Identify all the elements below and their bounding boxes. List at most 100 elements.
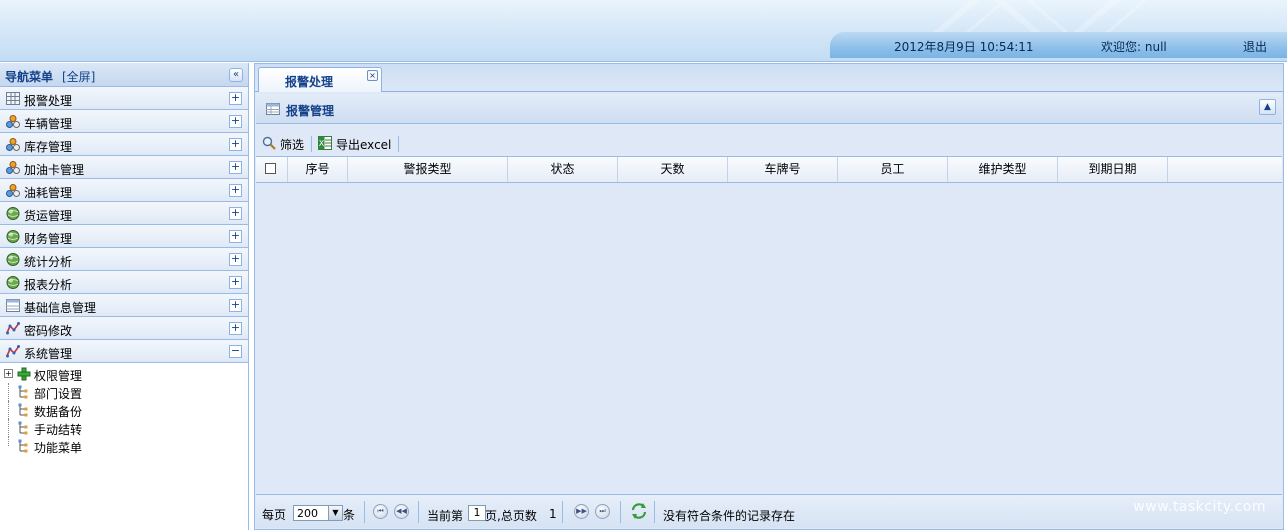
tree-item-backup[interactable]: 数据备份 [0,401,248,419]
grid-body [256,183,1282,493]
sidebar-item-system[interactable]: 系统管理 − [0,340,248,363]
column-header[interactable]: 序号 [288,157,348,182]
pager-separator [620,501,621,523]
prev-page-icon[interactable]: ◀◀ [394,504,409,519]
alarm-management-panel: 报警管理 ▲ 筛选 X 导出excel 序号 警报类型 状态 天数 车牌号 员工… [256,94,1282,528]
fullscreen-link[interactable]: [全屏] [62,68,95,85]
column-header[interactable]: 警报类型 [348,157,508,182]
sidebar-item-label: 库存管理 [24,140,73,154]
header-datetime: 2012年8月9日 10:54:11 [894,40,1034,54]
expand-icon[interactable]: + [229,230,242,243]
tree-item-manual-transfer[interactable]: 手动结转 [0,419,248,437]
per-page-select[interactable]: 200 ▼ [293,505,343,521]
expand-icon[interactable]: + [229,253,242,266]
expand-icon[interactable]: + [229,138,242,151]
excel-icon: X [318,136,332,150]
system-tree: + 权限管理 部门设置 数据备份 手动结转 功能菜单 [0,363,248,455]
column-header[interactable]: 到期日期 [1058,157,1168,182]
nodes-icon [6,138,20,151]
sidebar-item-reports[interactable]: 报表分析 + [0,271,248,294]
panel-title: 报警管理 [286,104,335,118]
per-page-value: 200 [297,507,318,520]
current-page-prefix: 当前第 [427,509,464,523]
last-page-icon[interactable]: ⏭ [595,504,610,519]
column-header[interactable]: 状态 [508,157,618,182]
toolbar-separator [398,136,399,152]
toolbar-separator [311,136,312,152]
grid-header: 序号 警报类型 状态 天数 车牌号 员工 维护类型 到期日期 备注 [256,156,1282,183]
refresh-icon[interactable] [630,502,648,520]
expand-icon[interactable]: + [229,115,242,128]
tab-alarm-handling[interactable]: 报警处理 × [258,67,382,92]
expand-icon[interactable]: + [229,184,242,197]
sidebar-item-finance[interactable]: 财务管理 + [0,225,248,248]
node-leaf-icon [18,385,28,399]
tree-item-function-menu[interactable]: 功能菜单 [0,437,248,455]
chart-icon [6,345,20,358]
globe-icon [6,276,20,289]
tree-item-label: 权限管理 [34,369,83,383]
expand-icon[interactable]: + [229,299,242,312]
empty-records-message: 没有符合条件的记录存在 [663,509,796,523]
per-page-prefix: 每页 [262,508,287,522]
select-all-cell[interactable] [256,157,288,182]
tree-item-permissions[interactable]: + 权限管理 [0,365,248,383]
sidebar-title: 导航菜单 [5,70,54,84]
sidebar-item-basic-info[interactable]: 基础信息管理 + [0,294,248,317]
svg-text:X: X [319,139,325,148]
sidebar-item-label: 加油卡管理 [24,163,85,177]
expand-icon[interactable]: + [229,207,242,220]
filter-button[interactable]: 筛选 [262,134,312,152]
chevron-down-icon: ▼ [328,506,342,520]
first-page-icon[interactable]: ⏮ [373,504,388,519]
sidebar-item-fuel-consumption[interactable]: 油耗管理 + [0,179,248,202]
logout-link[interactable]: 退出 [1243,38,1267,55]
expand-icon[interactable]: + [229,92,242,105]
green-plus-icon [17,367,31,381]
sidebar-item-password[interactable]: 密码修改 + [0,317,248,340]
sidebar-header: 导航菜单 [全屏] « [0,63,248,87]
sidebar-item-freight[interactable]: 货运管理 + [0,202,248,225]
select-all-checkbox[interactable] [265,163,276,174]
current-page-input[interactable]: 1 [468,505,486,521]
next-page-icon[interactable]: ▶▶ [574,504,589,519]
top-header: 2012年8月9日 10:54:11 欢迎您: null 退出 [0,0,1287,62]
sidebar-item-fuel-card[interactable]: 加油卡管理 + [0,156,248,179]
sidebar-item-inventory[interactable]: 库存管理 + [0,133,248,156]
collapse-icon[interactable]: − [229,345,242,358]
export-excel-button[interactable]: X 导出excel [318,134,398,152]
nodes-icon [6,115,20,128]
sidebar-item-label: 油耗管理 [24,186,73,200]
tab-strip: 报警处理 × [255,64,1283,92]
sidebar-item-label: 报表分析 [24,278,73,292]
tab-close-icon[interactable]: × [367,70,378,81]
column-header[interactable]: 天数 [618,157,728,182]
panel-collapse-button[interactable]: ▲ [1259,99,1276,115]
expand-icon[interactable]: + [229,276,242,289]
column-header[interactable]: 备注 [1168,157,1282,182]
per-page-suffix: 条 [343,508,356,522]
column-header[interactable]: 员工 [838,157,948,182]
nav-sidebar: 导航菜单 [全屏] « 报警处理 + 车辆管理 + 库存管理 + 加油卡管理 +… [0,63,249,530]
node-leaf-icon [18,439,28,453]
site-watermark: www.taskcity.com [1133,499,1266,515]
sidebar-item-alarm[interactable]: 报警处理 + [0,87,248,110]
tree-expand-icon[interactable]: + [4,369,13,378]
column-header[interactable]: 车牌号 [728,157,838,182]
globe-icon [6,253,20,266]
grid-icon [6,92,20,105]
sidebar-item-label: 基础信息管理 [24,301,97,315]
node-leaf-icon [18,421,28,435]
tree-item-departments[interactable]: 部门设置 [0,383,248,401]
sidebar-item-label: 车辆管理 [24,117,73,131]
sidebar-collapse-button[interactable]: « [229,68,243,82]
pager-separator [364,501,365,523]
filter-label: 筛选 [280,138,305,152]
sidebar-item-vehicles[interactable]: 车辆管理 + [0,110,248,133]
column-header[interactable]: 维护类型 [948,157,1058,182]
menu-list: 报警处理 + 车辆管理 + 库存管理 + 加油卡管理 + 油耗管理 + 货运管理… [0,87,248,363]
sidebar-item-statistics[interactable]: 统计分析 + [0,248,248,271]
main-area: 报警处理 × 报警管理 ▲ 筛选 X 导出excel 序号 警报类型 状态 天数… [254,63,1284,530]
expand-icon[interactable]: + [229,322,242,335]
expand-icon[interactable]: + [229,161,242,174]
